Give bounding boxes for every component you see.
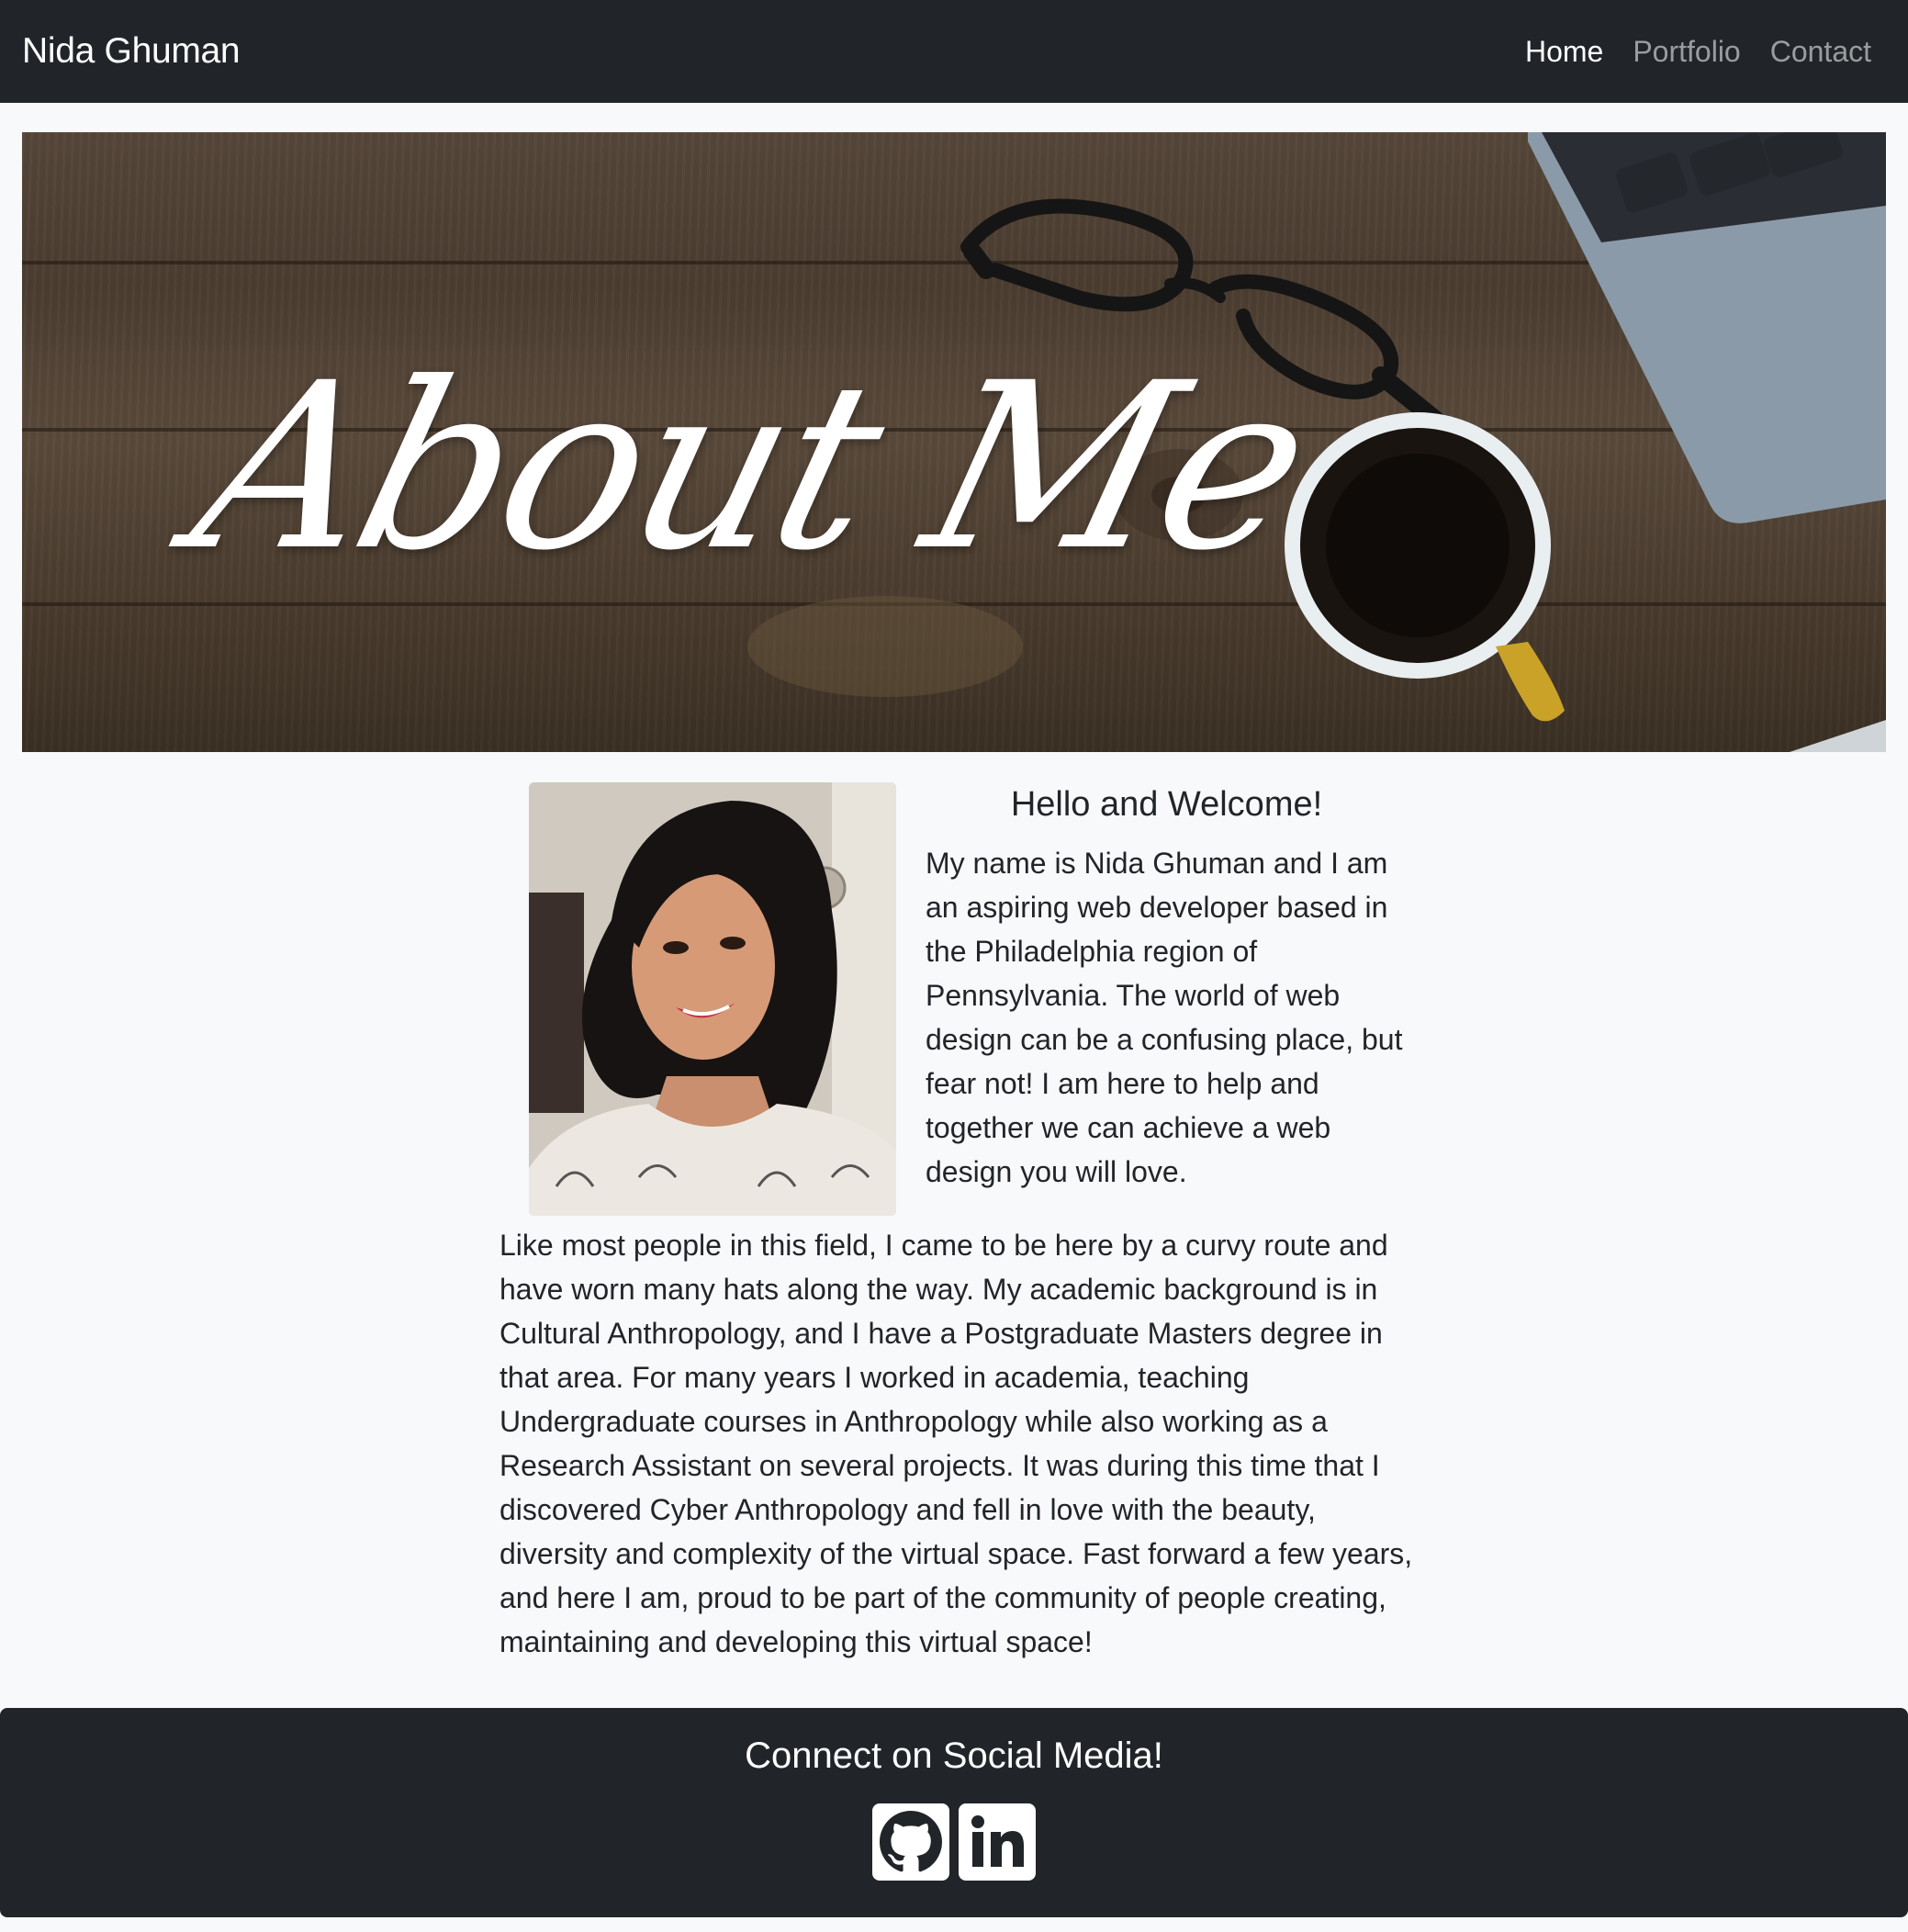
intro-paragraph: My name is Nida Ghuman and I am an aspir…: [926, 847, 1403, 1188]
profile-photo: [529, 782, 896, 1216]
linkedin-icon: [971, 1815, 1024, 1867]
coffee-cup-icon: [1285, 412, 1565, 722]
social-links: [0, 1803, 1908, 1881]
nav-links: Home Portfolio Contact: [1525, 35, 1871, 69]
nav-link-portfolio[interactable]: Portfolio: [1633, 35, 1740, 69]
navbar: Nida Ghuman Home Portfolio Contact: [0, 0, 1908, 103]
github-link[interactable]: [872, 1803, 949, 1881]
laptop-icon: [1528, 132, 1886, 752]
footer-heading: Connect on Social Media!: [745, 1735, 1163, 1776]
nav-link-contact[interactable]: Contact: [1770, 35, 1871, 69]
wood-knot: [747, 596, 1023, 697]
hero-banner: About Me: [22, 132, 1886, 752]
github-icon: [880, 1811, 942, 1872]
linkedin-link[interactable]: [959, 1803, 1036, 1881]
hero-title: About Me: [172, 333, 1330, 601]
brand-link[interactable]: Nida Ghuman: [22, 31, 241, 72]
nav-link-home[interactable]: Home: [1525, 35, 1603, 69]
story-paragraph: Like most people in this field, I came t…: [499, 1229, 1413, 1658]
welcome-heading: Hello and Welcome!: [1010, 785, 1323, 824]
footer: Connect on Social Media!: [0, 1708, 1908, 1917]
